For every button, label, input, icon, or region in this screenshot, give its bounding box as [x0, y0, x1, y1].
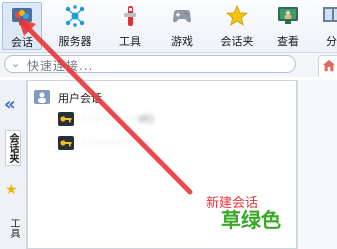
annotation-arrow	[18, 18, 193, 195]
annotation-grass-green: 草绿色	[221, 208, 281, 232]
